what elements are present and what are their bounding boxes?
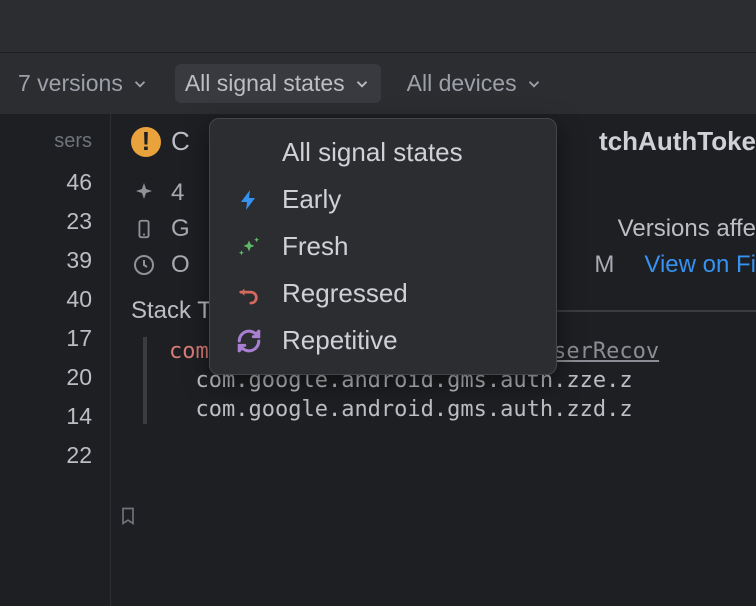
sidebar-value[interactable]: 39 [0,241,110,280]
sidebar-value[interactable]: 20 [0,358,110,397]
sidebar-value[interactable]: 40 [0,280,110,319]
filter-bar: 7 versions All signal states All devices [0,52,756,114]
sidebar-value[interactable]: 22 [0,436,110,475]
view-on-link[interactable]: View on Fi [644,251,756,279]
dropdown-item-label: All signal states [282,137,463,168]
stack-class: UserRecov [540,339,659,364]
crash-prefix: C [171,126,190,157]
dropdown-item-label: Regressed [282,278,408,309]
filter-signal-states-label: All signal states [185,70,345,97]
dropdown-item-regressed[interactable]: Regressed [210,270,556,317]
stack-line[interactable]: com.google.android.gms.auth.zzd.z [169,395,756,424]
dropdown-item-label: Early [282,184,341,215]
device-icon [131,218,157,240]
undo-icon [234,283,264,305]
stack-text: com.google.android.gms.auth.zzd.z [196,397,633,422]
sparkles-icon [234,234,264,260]
filter-signal-states[interactable]: All signal states [175,64,381,103]
chevron-down-icon [525,75,543,93]
chevron-down-icon [131,75,149,93]
bolt-icon [234,187,264,213]
sparkle-icon [131,181,157,205]
dropdown-item-repetitive[interactable]: Repetitive [210,317,556,364]
dropdown-item-all[interactable]: All signal states [210,129,556,176]
meta-time-value: O [171,251,190,279]
sidebar-value[interactable]: 17 [0,319,110,358]
meta-time-suffix: M [594,251,614,279]
filter-versions[interactable]: 7 versions [8,64,159,103]
window-titlebar [0,0,756,52]
versions-affected-label: Versions affe [618,215,756,243]
dropdown-item-early[interactable]: Early [210,176,556,223]
filter-devices-label: All devices [407,70,517,97]
sidebar-value[interactable]: 46 [0,163,110,202]
meta-device-value: G [171,215,190,243]
filter-versions-label: 7 versions [18,70,123,97]
sidebar-value[interactable]: 14 [0,397,110,436]
dropdown-item-label: Fresh [282,231,348,262]
refresh-icon [234,328,264,354]
dropdown-item-label: Repetitive [282,325,398,356]
warning-icon: ! [131,127,161,157]
chevron-down-icon [353,75,371,93]
sidebar-header: sers [0,126,110,163]
bookmark-icon[interactable] [118,505,138,532]
sidebar: sers 46 23 39 40 17 20 14 22 [0,114,110,606]
signal-states-dropdown[interactable]: All signal states Early Fresh Regressed … [209,118,557,375]
crash-title-fragment: tchAuthToke [599,126,756,157]
dropdown-item-fresh[interactable]: Fresh [210,223,556,270]
sidebar-value[interactable]: 23 [0,202,110,241]
filter-devices[interactable]: All devices [397,64,553,103]
meta-events-value: 4 [171,179,184,207]
clock-icon [131,253,157,277]
